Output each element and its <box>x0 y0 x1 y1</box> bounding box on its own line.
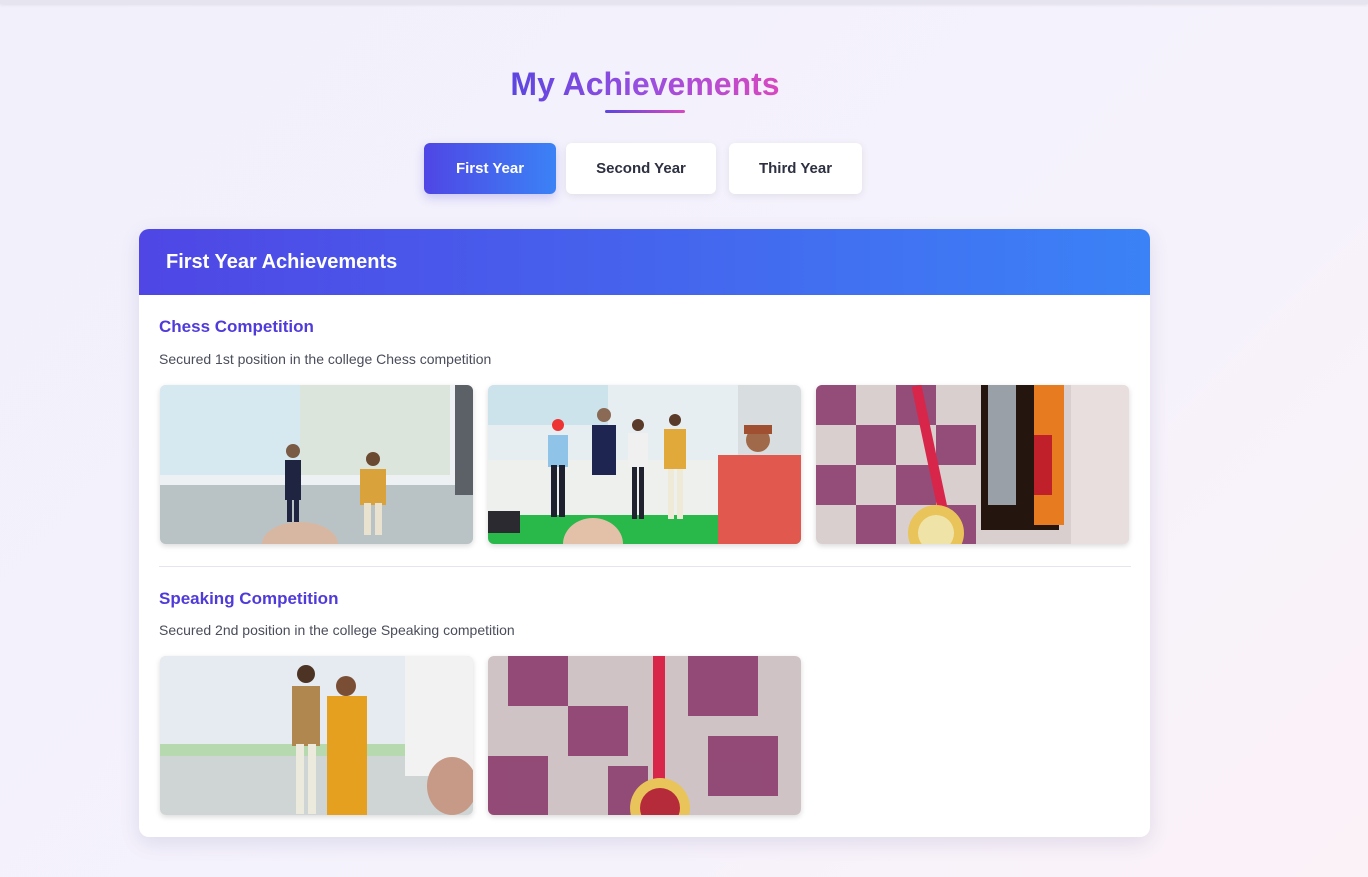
stage-handshake-photo[interactable] <box>160 385 473 544</box>
achievement-chess: Chess Competition <box>159 317 1131 337</box>
page-title: My Achievements <box>510 66 780 102</box>
tab-third-year[interactable]: Third Year <box>729 143 862 194</box>
tab-first-year[interactable]: First Year <box>424 143 556 194</box>
panel-title: First Year Achievements <box>166 250 398 273</box>
section-divider <box>159 566 1131 567</box>
tab-second-year[interactable]: Second Year <box>566 143 716 194</box>
year-tabs: First Year Second Year Third Year <box>0 143 1368 195</box>
achievement-title: Chess Competition <box>159 317 314 336</box>
top-bar <box>0 0 1368 4</box>
achievement-speaking: Speaking Competition <box>159 589 1131 609</box>
award-ceremony-photo[interactable] <box>160 656 473 815</box>
achievement-title: Speaking Competition <box>159 589 339 608</box>
achievement-description: Secured 2nd position in the college Spea… <box>159 622 1131 638</box>
medal-photo[interactable] <box>488 656 801 815</box>
panel-header: First Year Achievements <box>139 229 1150 295</box>
stage-group-photo[interactable] <box>488 385 801 544</box>
achievement-description-text: Secured 1st position in the college Ches… <box>159 351 492 367</box>
page-header: My Achievements <box>0 66 1290 103</box>
achievement-description: Secured 1st position in the college Ches… <box>159 351 1131 367</box>
achievements-panel: First Year Achievements Chess Competitio… <box>139 229 1150 837</box>
title-underline <box>605 110 685 113</box>
medal-and-pen-photo[interactable] <box>816 385 1129 544</box>
achievement-description-text: Secured 2nd position in the college Spea… <box>159 622 515 638</box>
